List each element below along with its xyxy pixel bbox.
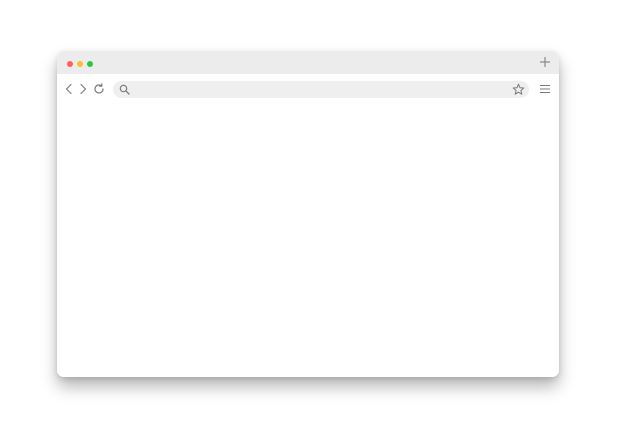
- address-input[interactable]: [135, 81, 495, 98]
- chevron-left-icon: [65, 83, 72, 95]
- toolbar: [57, 74, 559, 104]
- search-icon: [119, 84, 130, 95]
- close-window-button[interactable]: [67, 61, 73, 67]
- maximize-window-button[interactable]: [87, 61, 93, 67]
- new-tab-button[interactable]: [539, 56, 551, 68]
- address-bar[interactable]: [113, 81, 529, 98]
- back-button[interactable]: [63, 83, 75, 95]
- title-bar: [57, 51, 559, 74]
- bookmark-button[interactable]: [512, 83, 525, 96]
- hamburger-menu-icon: [540, 84, 550, 94]
- reload-button[interactable]: [93, 83, 105, 95]
- browser-window: [57, 51, 559, 377]
- page-content: [57, 104, 559, 377]
- stage: [0, 0, 626, 438]
- chevron-right-icon: [80, 83, 87, 95]
- star-icon: [512, 83, 525, 95]
- plus-icon: [540, 57, 550, 67]
- forward-button[interactable]: [77, 83, 89, 95]
- minimize-window-button[interactable]: [77, 61, 83, 67]
- menu-button[interactable]: [539, 83, 551, 95]
- reload-icon: [94, 83, 104, 94]
